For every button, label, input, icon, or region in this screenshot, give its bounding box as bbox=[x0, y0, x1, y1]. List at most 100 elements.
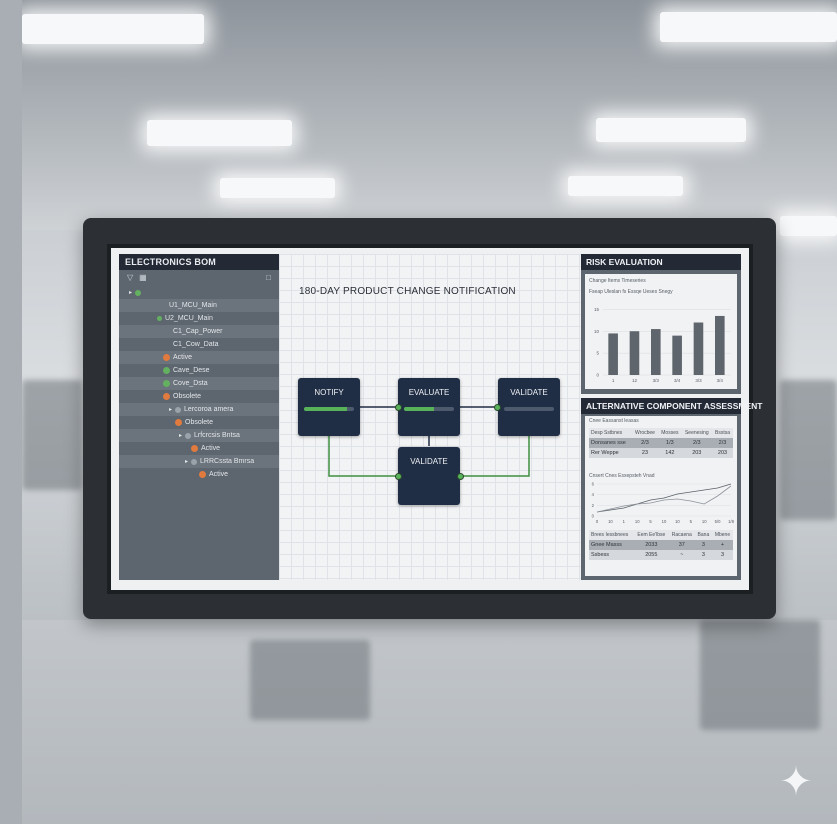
table-header-row: Desp Sstbnes Wrocbee Mosses Seenesing Bs… bbox=[589, 428, 733, 438]
table-row[interactable]: Donsanes sse 2/3 1/3 2/3 2/3 bbox=[589, 438, 733, 448]
tree-item[interactable]: ▸ Lercoroa amera bbox=[119, 403, 279, 416]
x-tick-label: 10 bbox=[635, 519, 640, 524]
table-cell: 3 bbox=[694, 540, 712, 550]
expand-icon[interactable]: ▸ bbox=[129, 289, 132, 296]
ceiling-light bbox=[660, 12, 837, 42]
sparkle-icon: ✦ bbox=[779, 760, 813, 804]
table-header: Eem Ee'lbse bbox=[633, 530, 669, 540]
connector-handle[interactable] bbox=[457, 473, 464, 480]
line-chart-title: Cnsert Cnes Esxepsteh Vnad bbox=[589, 473, 655, 479]
validate-node[interactable]: VALIDATE bbox=[498, 378, 560, 436]
alt-body: Cnee Eassanst leasas Desp Sstbnes Wrocbe… bbox=[585, 416, 737, 576]
tree-item[interactable]: Obsolete bbox=[119, 390, 279, 403]
bar bbox=[693, 322, 704, 375]
x-tick-label: 0 bbox=[596, 519, 599, 524]
tree-item[interactable]: C1_Cap_Power bbox=[119, 325, 279, 338]
tree-item[interactable]: C1_Cow_Data bbox=[119, 338, 279, 351]
evaluate-node[interactable]: EVALUATE bbox=[398, 378, 460, 436]
bar bbox=[651, 329, 661, 375]
window-icon[interactable]: □ bbox=[266, 273, 271, 282]
filter-icon[interactable]: ▽ bbox=[127, 273, 133, 282]
tree-item-label: C1_Cap_Power bbox=[173, 328, 223, 335]
tree-item-label: Obsolete bbox=[185, 419, 214, 426]
table-cell: 203 bbox=[681, 448, 713, 458]
tree-item[interactable]: ▸ Lrfcrcsis Bntsa bbox=[119, 429, 279, 442]
table-header-row: Brees Iessbnees Eem Ee'lbse Racaena Bana… bbox=[589, 530, 733, 540]
tree-item-label: Lercoroa amera bbox=[184, 406, 234, 413]
table-cell: Gnee Masss bbox=[589, 540, 634, 550]
table-row[interactable]: Ssbess 2055 ~ 3 3 bbox=[589, 550, 733, 560]
connector-handle[interactable] bbox=[494, 404, 501, 411]
summary-table: Brees Iessbnees Eem Ee'lbse Racaena Bana… bbox=[589, 530, 733, 560]
status-dot bbox=[157, 316, 162, 321]
status-dot bbox=[175, 419, 182, 426]
table-row[interactable]: Gnee Masss 2033 37 3 + bbox=[589, 540, 733, 550]
tree-item-label: Lrfcrcsis Bntsa bbox=[194, 432, 240, 439]
table-header: Mosses bbox=[658, 428, 682, 438]
risk-legend: Fseap Uleslan fs Essqe Ueses Snegy bbox=[589, 289, 673, 295]
table-cell: Ssbess bbox=[589, 550, 634, 560]
y-tick-label: 0 bbox=[596, 373, 599, 378]
x-tick-label: 3/4 bbox=[674, 378, 681, 383]
table-cell: 2/3 bbox=[631, 438, 659, 448]
bom-panel: ELECTRONICS BOM ▽ ▦ □ ▸ U1_MCU_Main U2_M… bbox=[119, 254, 279, 580]
progress-bar bbox=[404, 407, 454, 411]
table-cell: 2055 bbox=[633, 550, 669, 560]
status-dot bbox=[191, 458, 198, 465]
bar bbox=[672, 335, 682, 375]
tree-item-label: Active bbox=[201, 445, 221, 452]
tree-item[interactable]: U2_MCU_Main bbox=[119, 312, 279, 325]
node-label: VALIDATE bbox=[510, 388, 548, 397]
expand-icon[interactable]: ▸ bbox=[169, 406, 172, 413]
node-label: NOTIFY bbox=[314, 388, 344, 397]
tree-item-label: Obsolete bbox=[173, 393, 202, 400]
progress-fill bbox=[304, 407, 347, 411]
table-header: Brees Iessbnees bbox=[589, 530, 634, 540]
status-dot bbox=[163, 380, 170, 387]
risk-panel: RISK EVALUATION Change Items Timeseries … bbox=[581, 254, 741, 394]
workflow-canvas[interactable]: 180-DAY PRODUCT CHANGE NOTIFICATION NOTI… bbox=[279, 254, 581, 580]
table-header: Desp Sstbnes bbox=[589, 428, 632, 438]
table-header: Mbene bbox=[711, 530, 733, 540]
y-tick-label: 4 bbox=[592, 492, 595, 497]
status-dot bbox=[135, 289, 142, 296]
y-tick-label: 15 bbox=[594, 307, 600, 312]
table-header: Bsstsa bbox=[712, 428, 733, 438]
tree-item-label: Active bbox=[209, 471, 229, 478]
tree-item[interactable]: Active bbox=[119, 351, 279, 364]
tree-item-label: U1_MCU_Main bbox=[169, 302, 217, 309]
tree-item[interactable]: Obsolete bbox=[119, 416, 279, 429]
ceiling-light bbox=[220, 178, 335, 198]
bar bbox=[629, 331, 640, 375]
tree-item[interactable]: Active bbox=[119, 442, 279, 455]
tree-item[interactable]: Cave_Dese bbox=[119, 364, 279, 377]
status-dot bbox=[199, 471, 206, 478]
validate-node-bottom[interactable]: VALIDATE bbox=[398, 447, 460, 505]
tree-item[interactable]: ▸ LRRCssta Bmrsa bbox=[119, 455, 279, 468]
table-cell: 3 bbox=[711, 550, 733, 560]
status-dot bbox=[163, 354, 170, 361]
tree-item[interactable]: U1_MCU_Main bbox=[119, 299, 279, 312]
alt-line-chart: 6 4 2 00 10 1 10 5 10 10 5 10 5/0 1/8 bbox=[592, 482, 735, 525]
expand-icon[interactable]: ▸ bbox=[179, 432, 182, 439]
expand-icon[interactable]: ▸ bbox=[185, 458, 188, 465]
tree-item-label: C1_Cow_Data bbox=[173, 341, 219, 348]
connector-line bbox=[328, 436, 399, 477]
tree-item[interactable]: Cove_Dsta bbox=[119, 377, 279, 390]
risk-subtitle: Change Items Timeseries bbox=[589, 278, 646, 284]
x-tick-label: 10 bbox=[662, 519, 667, 524]
tree-item[interactable]: Active bbox=[119, 468, 279, 481]
notify-node[interactable]: NOTIFY bbox=[298, 378, 360, 436]
series-line bbox=[596, 485, 732, 513]
tree-item[interactable]: ▸ bbox=[119, 286, 279, 299]
grid-icon[interactable]: ▦ bbox=[139, 273, 147, 282]
ceiling-light bbox=[780, 216, 837, 236]
table-row[interactable]: Rer Weppe 23 142 203 203 bbox=[589, 448, 733, 458]
node-label: EVALUATE bbox=[408, 388, 450, 397]
node-label: VALIDATE bbox=[410, 457, 448, 466]
connector-handle[interactable] bbox=[395, 404, 402, 411]
connector-handle[interactable] bbox=[395, 473, 402, 480]
status-dot bbox=[185, 432, 192, 439]
status-dot bbox=[163, 367, 170, 374]
progress-bar bbox=[504, 407, 554, 411]
